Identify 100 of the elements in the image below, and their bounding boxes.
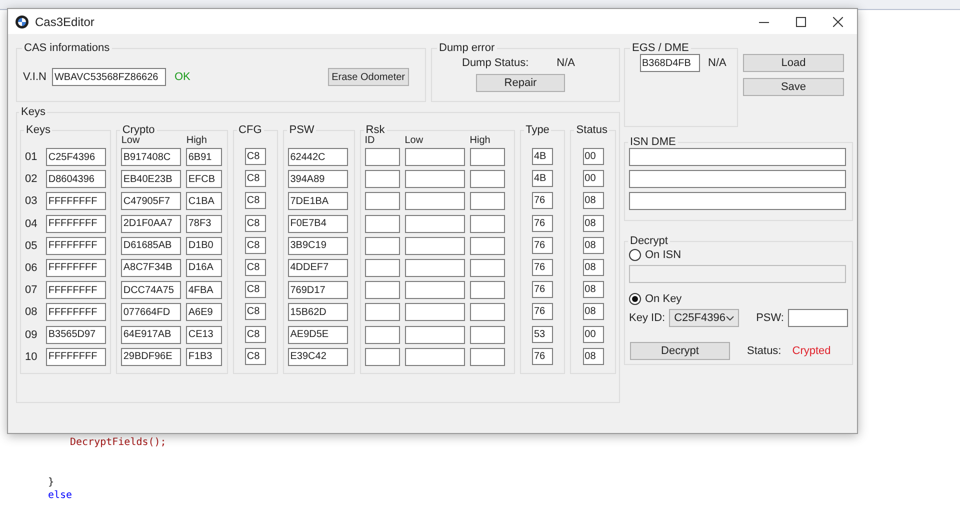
rsk-low-field[interactable] <box>404 214 465 233</box>
crypto-high-field[interactable]: 4FBA <box>186 281 222 300</box>
rsk-high-field[interactable] <box>470 214 505 233</box>
rsk-high-field[interactable] <box>470 170 505 188</box>
isn-field[interactable] <box>629 192 846 210</box>
rsk-low-field[interactable] <box>404 348 465 366</box>
key-field[interactable]: D8604396 <box>46 170 106 188</box>
key-field[interactable]: FFFFFFFF <box>46 236 106 255</box>
rsk-high-field[interactable] <box>470 326 505 344</box>
type-field[interactable]: 76 <box>532 214 553 232</box>
crypto-high-field[interactable]: D1B0 <box>186 236 222 255</box>
key-field[interactable]: FFFFFFFF <box>46 258 106 277</box>
repair-button[interactable]: Repair <box>476 74 565 92</box>
crypto-high-field[interactable]: D16A <box>186 258 222 277</box>
status-field[interactable]: 08 <box>582 258 604 276</box>
rsk-low-field[interactable] <box>404 148 465 166</box>
psw-field[interactable]: F0E7B4 <box>288 214 348 233</box>
status-field[interactable]: 08 <box>582 236 604 254</box>
cfg-field[interactable]: C8 <box>244 148 266 165</box>
status-field[interactable]: 08 <box>582 348 604 365</box>
psw-field[interactable]: 15B62D <box>288 303 348 322</box>
rsk-id-field[interactable] <box>364 303 400 322</box>
key-field[interactable]: C25F4396 <box>46 148 106 166</box>
rsk-low-field[interactable] <box>404 281 465 300</box>
psw-field[interactable]: E39C42 <box>288 348 348 366</box>
rsk-low-field[interactable] <box>404 303 465 322</box>
rsk-low-field[interactable] <box>404 326 465 344</box>
rsk-high-field[interactable] <box>470 192 505 210</box>
crypto-low-field[interactable]: C47905F7 <box>121 192 182 210</box>
cfg-field[interactable]: C8 <box>244 170 266 188</box>
crypto-low-field[interactable]: DCC74A75 <box>121 281 182 300</box>
crypto-low-field[interactable]: 077664FD <box>121 303 182 322</box>
action-button[interactable]: Load <box>743 54 844 72</box>
type-field[interactable]: 53 <box>532 326 553 342</box>
rsk-id-field[interactable] <box>364 170 400 188</box>
rsk-id-field[interactable] <box>364 348 400 366</box>
rsk-high-field[interactable] <box>470 303 505 322</box>
type-field[interactable]: 76 <box>532 348 553 365</box>
crypto-low-field[interactable]: 64E917AB <box>121 326 182 344</box>
radio-option[interactable]: On ISN <box>629 247 682 263</box>
status-field[interactable]: 08 <box>582 192 604 210</box>
cfg-field[interactable]: C8 <box>244 281 266 298</box>
key-field[interactable]: B3565D97 <box>46 326 106 344</box>
psw-field[interactable]: 394A89 <box>288 170 348 188</box>
type-field[interactable]: 76 <box>532 236 553 254</box>
crypto-high-field[interactable]: 78F3 <box>186 214 222 233</box>
maximize-icon[interactable] <box>796 16 806 26</box>
rsk-id-field[interactable] <box>364 236 400 255</box>
rsk-low-field[interactable] <box>404 170 465 188</box>
rsk-low-field[interactable] <box>404 236 465 255</box>
crypto-high-field[interactable]: F1B3 <box>186 348 222 366</box>
isn-field[interactable] <box>629 170 846 188</box>
crypto-high-field[interactable]: C1BA <box>186 192 222 210</box>
key-field[interactable]: FFFFFFFF <box>46 303 106 322</box>
status-field[interactable]: 00 <box>582 326 604 342</box>
action-button[interactable]: Save <box>743 78 844 96</box>
cfg-field[interactable]: C8 <box>244 236 266 254</box>
psw-field[interactable]: 4DDEF7 <box>288 258 348 277</box>
crypto-low-field[interactable]: A8C7F34B <box>121 258 182 277</box>
rsk-high-field[interactable] <box>470 258 505 277</box>
isn-field[interactable] <box>629 148 846 166</box>
crypto-high-field[interactable]: A6E9 <box>186 303 222 322</box>
key-field[interactable]: FFFFFFFF <box>46 348 106 366</box>
cfg-field[interactable]: C8 <box>244 348 266 365</box>
status-field[interactable]: 08 <box>582 303 604 320</box>
psw-field[interactable]: 62442C <box>288 148 348 166</box>
crypto-low-field[interactable]: 29BDF96E <box>121 348 182 366</box>
crypto-low-field[interactable]: B917408C <box>121 148 182 166</box>
rsk-id-field[interactable] <box>364 326 400 344</box>
erase-odometer-button[interactable]: Erase Odometer <box>328 68 409 86</box>
crypto-high-field[interactable]: EFCB <box>186 170 222 188</box>
rsk-id-field[interactable] <box>364 258 400 277</box>
status-field[interactable]: 08 <box>582 214 604 232</box>
decrypt-button[interactable]: Decrypt <box>630 342 730 360</box>
key-field[interactable]: FFFFFFFF <box>46 192 106 210</box>
key-field[interactable]: FFFFFFFF <box>46 281 106 300</box>
key-field[interactable]: FFFFFFFF <box>46 214 106 233</box>
rsk-id-field[interactable] <box>364 281 400 300</box>
psw-field[interactable]: 3B9C19 <box>288 236 348 255</box>
crypto-high-field[interactable]: 6B91 <box>186 148 222 166</box>
close-icon[interactable] <box>833 16 843 26</box>
cfg-field[interactable]: C8 <box>244 192 266 210</box>
psw-field[interactable]: 769D17 <box>288 281 348 300</box>
psw-input-field[interactable] <box>788 309 848 327</box>
rsk-low-field[interactable] <box>404 258 465 277</box>
cfg-field[interactable]: C8 <box>244 214 266 232</box>
type-field[interactable]: 76 <box>532 281 553 298</box>
rsk-id-field[interactable] <box>364 192 400 210</box>
crypto-low-field[interactable]: EB40E23B <box>121 170 182 188</box>
rsk-high-field[interactable] <box>470 348 505 366</box>
psw-field[interactable]: 7DE1BA <box>288 192 348 210</box>
crypto-low-field[interactable]: D61685AB <box>121 236 182 255</box>
radio-option[interactable]: On Key <box>629 291 682 307</box>
crypto-high-field[interactable]: CE13 <box>186 326 222 344</box>
cfg-field[interactable]: C8 <box>244 303 266 320</box>
cfg-field[interactable]: C8 <box>244 258 266 276</box>
crypto-low-field[interactable]: 2D1F0AA7 <box>121 214 182 233</box>
status-field[interactable]: 00 <box>582 148 604 165</box>
rsk-high-field[interactable] <box>470 148 505 166</box>
cfg-field[interactable]: C8 <box>244 326 266 342</box>
